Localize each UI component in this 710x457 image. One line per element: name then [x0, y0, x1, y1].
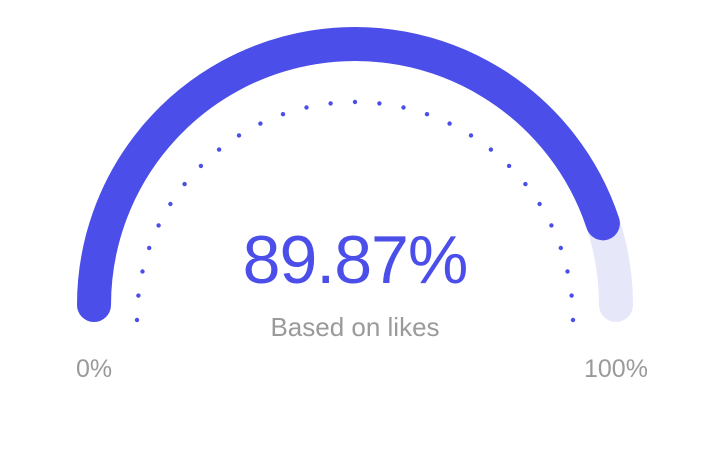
gauge-scale-dot	[352, 99, 358, 105]
gauge-scale-dot	[523, 181, 528, 187]
gauge-scale-dot	[168, 201, 173, 207]
gauge-scale-dot	[198, 163, 204, 169]
gauge-scale-dot	[468, 133, 474, 138]
gauge-scale-dot	[328, 101, 333, 106]
gauge-scale-dot	[182, 181, 187, 187]
gauge-min-label: 0%	[76, 355, 113, 383]
gauge-scale-dot	[506, 163, 512, 169]
gauge-scale-dot	[236, 133, 242, 138]
gauge-caption: Based on likes	[270, 312, 440, 342]
gauge-max-label: 100%	[584, 355, 648, 383]
gauge-scale-dot	[447, 121, 452, 126]
gauge-scale-dot	[377, 101, 382, 106]
gauge-scale-dot	[424, 112, 430, 117]
gauge-scale-dot	[488, 147, 494, 152]
gauge-scale-dot	[304, 105, 309, 110]
gauge-scale-dot	[216, 147, 222, 152]
gauge-value: 89.87%	[242, 222, 469, 298]
gauge-scale-dot	[401, 105, 406, 110]
gauge-card: 89.87% Based on likes 0% 100%	[0, 0, 710, 457]
gauge-scale-dot	[280, 112, 286, 117]
gauge-scale-dot	[258, 121, 263, 126]
gauge-scale-dot	[537, 201, 542, 207]
